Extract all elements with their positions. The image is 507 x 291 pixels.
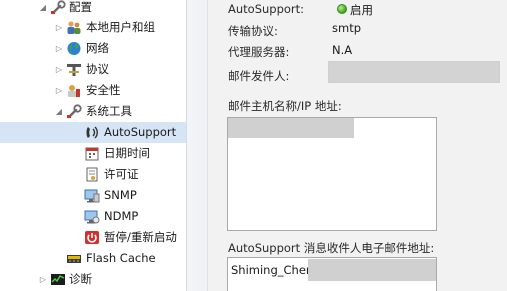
tree-item-system-tools[interactable]: ◢ 系统工具 (0, 101, 186, 122)
tree-item-date-time[interactable]: 日期时间 (0, 143, 186, 164)
tree-item-protocols[interactable]: ▷ 协议 (0, 59, 186, 80)
recipients-textarea[interactable]: Shiming_Chen. (227, 257, 437, 291)
wrench-icon (50, 0, 66, 15)
expand-arrow-icon[interactable]: ▷ (38, 269, 48, 290)
tree-item-snmp[interactable]: SNMP (0, 185, 186, 206)
tree-item-label: 暂停/重新启动 (104, 230, 177, 244)
users-icon (66, 20, 82, 35)
autosupport-status-value: 启用 (350, 3, 373, 17)
tree-item-security[interactable]: ▷ 安全性 (0, 80, 186, 101)
security-icon (66, 83, 82, 98)
tree-item-flash-cache[interactable]: Flash Cache (0, 248, 186, 269)
tree-item-label: 系统工具 (86, 104, 132, 118)
tree-item-ndmp[interactable]: NDMP (0, 206, 186, 227)
tree-item-halt-reboot[interactable]: 暂停/重新启动 (0, 227, 186, 248)
autosupport-icon (84, 125, 100, 140)
tree-item-label: NDMP (104, 209, 139, 223)
mail-host-label: 邮件主机名称/IP 地址: (228, 99, 342, 113)
redacted-email-domain (308, 259, 436, 281)
tree-item-config[interactable]: ◢ 配置 (0, 0, 186, 18)
autosupport-label: AutoSupport: (228, 2, 305, 16)
diagnostics-icon (50, 272, 66, 287)
tree-item-label: SNMP (104, 188, 137, 202)
recipient-email-value: Shiming_Chen. (231, 263, 317, 277)
flash-cache-icon (66, 251, 82, 266)
tree-item-label: Flash Cache (86, 251, 156, 265)
wrench-icon (66, 104, 82, 119)
app-window: ◢ 配置 ▷ 本地用户和组 ▷ 网络 ▷ 协议 ▷ 安全性 ◢ 系统工具 Aut… (0, 0, 507, 291)
proxy-server-label: 代理服务器: (228, 45, 290, 59)
mail-sender-label: 邮件发件人: (228, 69, 290, 83)
proxy-server-value: N.A (332, 43, 353, 57)
transport-protocol-label: 传输协议: (228, 24, 278, 38)
tree-item-label: 许可证 (104, 167, 139, 181)
calendar-icon (84, 146, 100, 161)
pane-splitter[interactable] (186, 0, 208, 291)
transport-protocol-value: smtp (332, 21, 362, 35)
recipients-label: AutoSupport 消息收件人电子邮件地址: (228, 241, 435, 255)
collapse-arrow-icon[interactable]: ◢ (54, 101, 64, 122)
tree-item-label: 诊断 (69, 272, 92, 286)
tree-item-label: 配置 (69, 0, 92, 14)
redacted-host-value (228, 118, 354, 138)
tree-item-local-users[interactable]: ▷ 本地用户和组 (0, 17, 186, 38)
expand-arrow-icon[interactable]: ▷ (54, 17, 64, 38)
globe-icon (66, 41, 82, 56)
tree-item-autosupport[interactable]: AutoSupport (0, 122, 186, 143)
tree-item-label: AutoSupport (104, 125, 177, 139)
tree-item-label: 本地用户和组 (86, 20, 155, 34)
snmp-icon (84, 188, 100, 203)
tree-item-label: 协议 (86, 62, 109, 76)
protocol-icon (66, 62, 82, 77)
autosupport-settings-panel: AutoSupport: 启用 传输协议: smtp 代理服务器: N.A 邮件… (208, 0, 507, 291)
tree-item-label: 网络 (86, 41, 109, 55)
enabled-status-icon (337, 4, 347, 14)
expand-arrow-icon[interactable]: ▷ (54, 59, 64, 80)
power-icon (84, 230, 100, 245)
navigation-tree: ◢ 配置 ▷ 本地用户和组 ▷ 网络 ▷ 协议 ▷ 安全性 ◢ 系统工具 Aut… (0, 0, 186, 291)
tree-item-label: 安全性 (86, 83, 121, 97)
collapse-arrow-icon[interactable]: ◢ (38, 0, 48, 18)
tree-item-network[interactable]: ▷ 网络 (0, 38, 186, 59)
tree-item-label: 日期时间 (104, 146, 150, 160)
expand-arrow-icon[interactable]: ▷ (54, 38, 64, 59)
license-icon (84, 167, 100, 182)
tree-item-diagnostics[interactable]: ▷ 诊断 (0, 269, 186, 290)
mail-host-textarea[interactable] (227, 117, 437, 231)
tree-item-license[interactable]: 许可证 (0, 164, 186, 185)
expand-arrow-icon[interactable]: ▷ (54, 80, 64, 101)
mail-sender-field[interactable] (328, 61, 500, 83)
ndmp-icon (84, 209, 100, 224)
